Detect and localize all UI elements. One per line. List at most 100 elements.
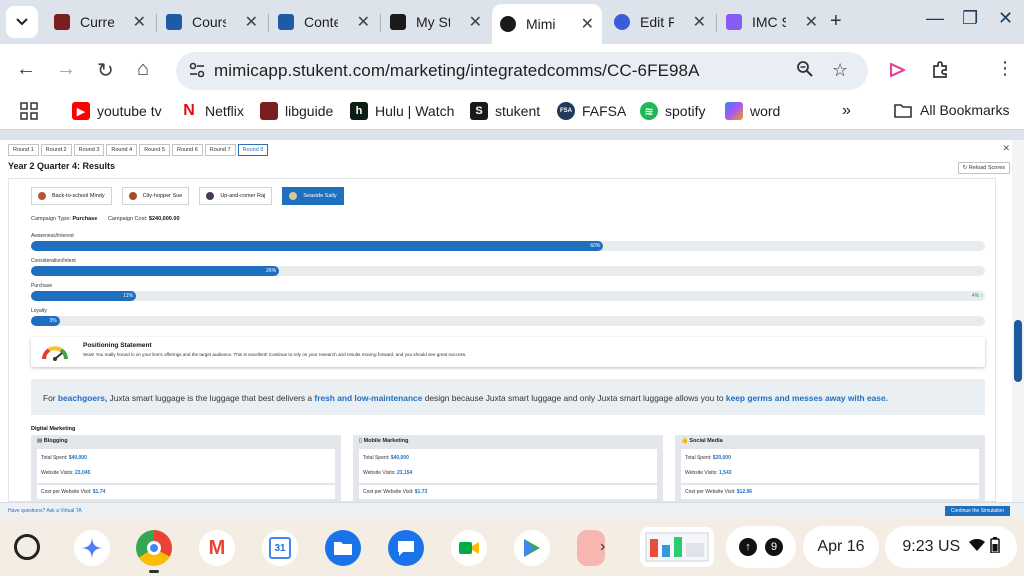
tab-5[interactable]: Edit F ✕ [606, 4, 714, 40]
meet-icon[interactable] [451, 530, 487, 566]
quizlet-icon [614, 14, 630, 30]
round-tab-6[interactable]: Round 6 [171, 144, 203, 156]
close-icon[interactable]: ✕ [805, 12, 818, 32]
persona-tab-sue[interactable]: City-hopper Sue [121, 187, 190, 205]
close-icon[interactable]: ✕ [1002, 143, 1010, 154]
close-window-icon[interactable]: ✕ [998, 8, 1013, 29]
persona-tab-sally[interactable]: Seaside Sally [282, 187, 344, 205]
fafsa-icon: FSA [557, 102, 575, 120]
tab-6[interactable]: IMC S ✕ [718, 4, 826, 40]
tab-2[interactable]: Conte ✕ [270, 4, 378, 40]
avatar [289, 192, 298, 200]
close-icon[interactable]: ✕ [245, 12, 258, 32]
round-tab-2[interactable]: Round 2 [40, 144, 72, 156]
funnel-label: Loyalty [31, 308, 47, 314]
label: Total Spent: [363, 455, 390, 461]
virtual-ta-link[interactable]: Have questions? Ask a Virtual TA [8, 508, 82, 514]
all-bookmarks-label: All Bookmarks [920, 102, 1010, 118]
tab-3[interactable]: My St ✕ [382, 4, 490, 40]
label: Website Visits: [363, 470, 396, 476]
persona-tab-raj[interactable]: Up-and-comer Raj [199, 187, 273, 205]
minimize-icon[interactable]: — [926, 8, 944, 29]
address-bar[interactable]: mimicapp.stukent.com/marketing/integrate… [176, 52, 868, 90]
notification-tray[interactable]: ↑ 9 [726, 526, 796, 568]
bookmark-word[interactable]: word [725, 102, 780, 120]
launcher-icon[interactable] [14, 534, 40, 560]
page-scrollbar[interactable] [1012, 140, 1024, 502]
messages-icon[interactable] [388, 530, 424, 566]
label: Website Visits: [41, 470, 74, 476]
reload-scores-button[interactable]: ↻ Reload Scores [957, 162, 1010, 174]
close-icon[interactable]: ✕ [357, 12, 370, 32]
home-icon[interactable]: ⌂ [137, 58, 149, 81]
bookmark-youtube-tv[interactable]: ▶ youtube tv [72, 102, 162, 120]
funnel-label: Consideration/Intent [31, 258, 76, 264]
tab-1[interactable]: Cours ✕ [158, 4, 266, 40]
scrollbar-thumb[interactable] [1014, 320, 1022, 382]
zoom-icon[interactable] [796, 60, 814, 83]
new-tab-plus-icon[interactable]: + [830, 10, 842, 33]
positioning-card: Positioning Statement Wow! You really ho… [31, 337, 985, 367]
label: Cost per Website Visit: [685, 489, 736, 495]
continue-simulation-button[interactable]: Continue the Simulation [944, 506, 1010, 516]
persona-tab-mindy[interactable]: Back-to-school Mindy [31, 187, 112, 205]
site-settings-icon[interactable] [188, 61, 206, 84]
chevron-right-icon[interactable]: › [600, 538, 605, 556]
funnel-track: 60% [31, 241, 985, 251]
results-page: Round 1 Round 2 Round 3 Round 4 Round 5 … [0, 140, 1024, 518]
extension-play-icon[interactable] [888, 60, 908, 85]
restore-icon[interactable]: ❐ [962, 8, 978, 29]
bookmark-spotify[interactable]: ≋ spotify [640, 102, 705, 120]
clock-time: 9:23 [902, 538, 934, 555]
play-store-icon[interactable] [514, 530, 550, 566]
round-tab-4[interactable]: Round 4 [106, 144, 138, 156]
close-icon[interactable]: ✕ [693, 12, 706, 32]
more-bookmarks-chevron-icon[interactable]: » [842, 102, 851, 120]
extensions-puzzle-icon[interactable] [930, 60, 950, 85]
status-tray[interactable]: 9:23 US [885, 526, 1017, 568]
bookmark-libguide[interactable]: libguide [260, 102, 333, 120]
tab-search-button[interactable] [6, 6, 38, 38]
statement-text: design because Juxta smart luggage and o… [422, 393, 726, 403]
tab-divider [156, 14, 157, 32]
back-arrow-icon[interactable]: ← [16, 58, 36, 81]
apps-grid-icon[interactable] [20, 102, 38, 120]
tab-strip: Curre ✕ Cours ✕ Conte ✕ My St ✕ Mimi ✕ E… [0, 0, 1024, 44]
tab-4-active[interactable]: Mimi ✕ [492, 4, 602, 44]
close-icon[interactable]: ✕ [469, 12, 482, 32]
date-pill[interactable]: Apr 16 [803, 526, 879, 568]
total-spent: Total Spent: $20,000 [685, 455, 731, 461]
round-tab-7[interactable]: Round 7 [204, 144, 236, 156]
chrome-icon[interactable] [136, 530, 172, 566]
bookmark-fafsa[interactable]: FSA FAFSA [557, 102, 626, 120]
round-tab-3[interactable]: Round 3 [73, 144, 105, 156]
tab-0[interactable]: Curre ✕ [46, 4, 154, 40]
bookmark-stukent[interactable]: S stukent [470, 102, 540, 120]
all-bookmarks-folder[interactable]: All Bookmarks [894, 102, 1009, 118]
bookmark-hulu[interactable]: h Hulu | Watch [350, 102, 454, 120]
value: $40,000 [68, 455, 87, 461]
gmail-icon[interactable]: M [199, 530, 235, 566]
window-preview-thumbnail[interactable] [640, 527, 714, 567]
value: 23,154 [397, 470, 413, 476]
campaign-cost-value: $240,000.00 [148, 216, 180, 222]
bookmark-netflix[interactable]: N Netflix [180, 102, 244, 120]
kebab-menu-icon[interactable]: ⋮ [996, 58, 1014, 79]
total-spent: Total Spent: $40,000 [363, 455, 409, 461]
positioning-feedback: Wow! You really honed in on your line's … [83, 352, 467, 357]
bookmark-star-icon[interactable]: ☆ [832, 60, 848, 81]
stukent-s-icon: S [470, 102, 488, 120]
round-tab-5[interactable]: Round 5 [139, 144, 170, 156]
close-icon[interactable]: ✕ [581, 14, 594, 34]
bookmark-label: libguide [285, 103, 334, 119]
round-tab-1[interactable]: Round 1 [8, 144, 39, 156]
persona-name: Back-to-school Mindy [52, 193, 105, 199]
copilot-icon [725, 102, 743, 120]
close-icon[interactable]: ✕ [133, 12, 146, 32]
calendar-icon[interactable]: 31 [262, 530, 298, 566]
round-tab-8[interactable]: Round 8 [237, 144, 269, 156]
reload-icon[interactable]: ↻ [97, 58, 114, 83]
files-icon[interactable] [325, 530, 361, 566]
forward-arrow-icon[interactable]: → [56, 58, 76, 81]
gemini-icon[interactable] [74, 530, 110, 566]
